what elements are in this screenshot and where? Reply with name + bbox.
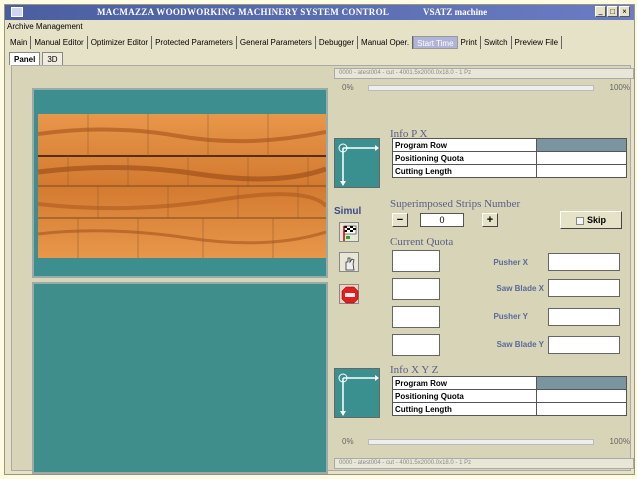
window-title: MACMAZZA WOODWORKING MACHINERY SYSTEM CO… [97,7,390,17]
info-px-row-value [536,151,627,165]
info-xyz-row-label: Positioning Quota [392,389,537,403]
info-px-row-label: Cutting Length [392,164,537,178]
wood-panel-image [38,114,326,258]
hand-icon[interactable] [339,252,359,272]
progress-top-bar [368,85,594,91]
close-button[interactable]: × [619,6,630,17]
tab-manual-editor[interactable]: Manual Editor [31,35,88,49]
subtab-panel[interactable]: Panel [9,51,41,65]
table-row: Positioning Quota [392,389,627,403]
progress-bottom-start: 0% [342,437,354,446]
skip-label: Skip [586,215,606,225]
pusher-x-field[interactable] [548,253,620,271]
quota-box [392,250,440,272]
skip-checkbox-icon [575,216,584,225]
pusher-x-label: Pusher X [493,258,528,267]
progress-bottom-end: 100% [609,437,630,446]
progress-top: 0% 100% [334,82,634,94]
minus-button[interactable]: − [392,213,408,227]
tab-start-time[interactable]: Start Time [413,35,458,49]
quota-box [392,334,440,356]
info-px-table: Program Row Positioning Quota Cutting Le… [392,138,627,178]
tab-main[interactable]: Main [7,35,32,49]
menu-archive-management[interactable]: Archive Management [7,21,83,33]
info-xyz-row-label: Program Row [392,376,537,390]
maximize-button[interactable]: □ [607,6,618,17]
table-row: Cutting Length [392,402,627,416]
quota-box [392,306,440,328]
pusher-y-label: Pusher Y [493,312,528,321]
info-xyz-row-value [536,402,627,416]
quota-box [392,278,440,300]
axis-xyz-icon [334,368,380,418]
info-px-row-label: Positioning Quota [392,151,537,165]
app-icon [11,7,23,17]
machine-name: VSATZ machine [423,7,488,17]
simul-label: Simul [334,206,362,217]
strips-title: Superimposed Strips Number [390,198,521,210]
table-row: Cutting Length [392,164,627,178]
status-bar-bottom: 0000 - atest004 - cut - 4001.5x2000.0x18… [334,458,634,469]
strips-number-field[interactable]: 0 [420,213,464,227]
subtab-3d[interactable]: 3D [42,51,63,65]
tab-general-parameters[interactable]: General Parameters [237,35,316,49]
info-xyz-row-value [536,376,627,390]
progress-top-start: 0% [342,83,354,92]
pusher-y-field[interactable] [548,308,620,326]
sub-tabs: Panel 3D [5,51,65,65]
plus-button[interactable]: + [482,213,498,227]
table-row: Positioning Quota [392,151,627,165]
tab-manual-oper[interactable]: Manual Oper. [358,35,414,49]
tab-protected-parameters[interactable]: Protected Parameters [152,35,237,49]
progress-top-end: 100% [609,83,630,92]
flag-icon[interactable] [339,222,359,242]
tab-optimizer-editor[interactable]: Optimizer Editor [88,35,153,49]
info-px-row-label: Program Row [392,138,537,152]
table-row: Program Row [392,376,627,390]
minimize-button[interactable]: _ [595,6,606,17]
tab-print[interactable]: Print [458,35,481,49]
saw-blade-y-label: Saw Blade Y [496,340,544,349]
info-xyz-table: Program Row Positioning Quota Cutting Le… [392,376,627,416]
info-px-row-value [536,138,627,152]
info-xyz-title: Info X Y Z [390,364,439,376]
tab-preview-file[interactable]: Preview File [512,35,563,49]
tab-switch[interactable]: Switch [481,35,512,49]
panel-view-bottom [32,282,328,474]
saw-blade-y-field[interactable] [548,336,620,354]
status-bar-top: 0000 - atest004 - cut - 4001.5x2000.0x18… [334,68,634,79]
info-xyz-row-value [536,389,627,403]
content-area: 0000 - atest004 - cut - 4001.5x2000.0x18… [11,65,634,474]
skip-button[interactable]: Skip [560,211,622,229]
saw-blade-x-label: Saw Blade X [496,284,544,293]
progress-bottom-bar [368,439,594,445]
panel-view-top [32,88,328,278]
axis-px-icon [334,138,380,188]
info-xyz-row-label: Cutting Length [392,402,537,416]
info-px-row-value [536,164,627,178]
current-quota-title: Current Quota [390,236,454,248]
progress-bottom: 0% 100% [334,436,634,448]
title-bar: MACMAZZA WOODWORKING MACHINERY SYSTEM CO… [5,5,634,20]
saw-blade-x-field[interactable] [548,279,620,297]
stop-icon[interactable] [339,284,359,304]
tab-debugger[interactable]: Debugger [316,35,359,49]
main-window: MACMAZZA WOODWORKING MACHINERY SYSTEM CO… [4,4,635,475]
main-tabs: Main Manual Editor Optimizer Editor Prot… [5,34,634,50]
table-row: Program Row [392,138,627,152]
